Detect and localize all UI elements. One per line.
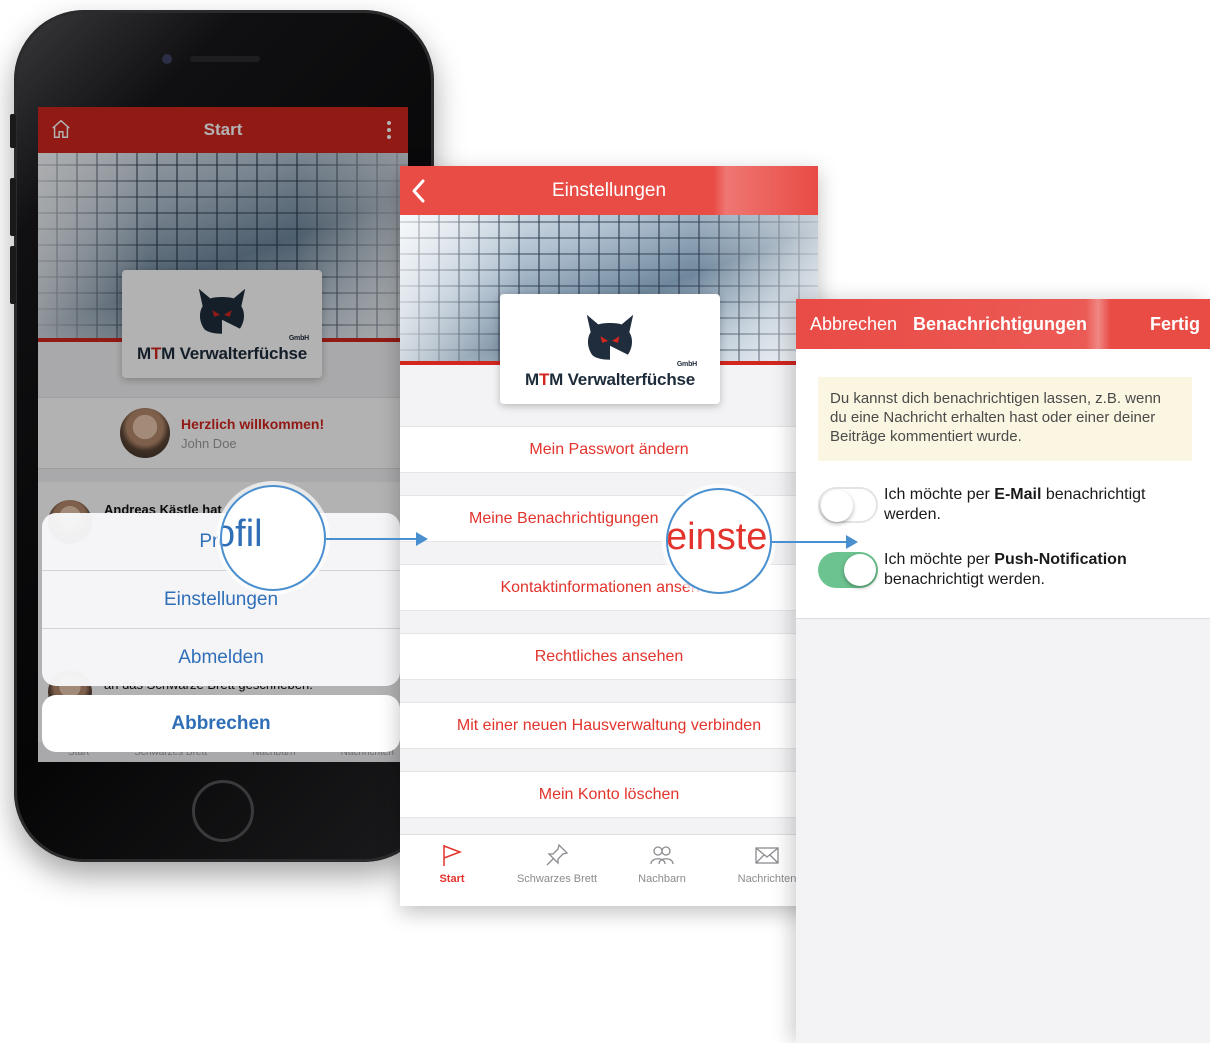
menu-connect-management[interactable]: Mit einer neuen Hausverwaltung verbinden [400,702,818,749]
action-settings[interactable]: Einstellungen [42,571,400,629]
menu-change-password[interactable]: Mein Passwort ändern [400,426,818,473]
arrow-line [326,538,416,540]
tab-label: Nachrichten [737,873,797,885]
tab-label: Start [439,873,465,885]
notifications-body: Du kannst dich benachrichtigen lassen, z… [796,349,1210,619]
done-button[interactable]: Fertig [1150,314,1200,335]
notifications-header: Abbrechen Benachrichtigungen Fertig [796,299,1210,349]
page-title: Benachrichtigungen [913,314,1088,334]
phone-screen: Start MTM Verwalterfüchse GmbH Herzlich … [38,107,408,762]
magnifier-profile: ofil [220,485,326,591]
phone-side-button [10,114,16,148]
page-title: Einstellungen [551,179,667,201]
menu-delete-account[interactable]: Mein Konto löschen [400,771,818,818]
tab-board[interactable]: Schwarzes Brett [507,843,607,885]
magnified-text: ofil [222,513,263,555]
tab-start[interactable]: Start [402,843,502,885]
people-icon [650,846,674,865]
envelope-icon [755,847,779,864]
tab-neighbors[interactable]: Nachbarn [612,843,712,885]
arrow-head-icon [846,535,858,549]
email-toggle-label: Ich möchte per E-Mail benachrichtigt wer… [884,486,1146,523]
notifications-screen: Abbrechen Benachrichtigungen Fertig Du k… [796,299,1210,1043]
fox-logo-icon [586,314,638,362]
info-box: Du kannst dich benachrichtigen lassen, z… [818,377,1192,461]
cancel-button[interactable]: Abbrechen [42,695,400,752]
email-toggle[interactable] [818,487,878,523]
arrow-head-icon [416,532,428,546]
push-toggle-row: Ich möchte per Push-Notification benachr… [818,551,1198,596]
logo-gmbh: GmbH [676,361,698,368]
magnifier-settings: einste [666,488,772,594]
pin-icon [546,843,569,866]
tab-label: Nachbarn [638,873,686,885]
push-toggle[interactable] [818,552,878,588]
menu-legal[interactable]: Rechtliches ansehen [400,633,818,680]
cancel-button[interactable]: Abbrechen [810,314,897,335]
push-toggle-label: Ich möchte per Push-Notification benachr… [884,551,1127,588]
logo-text-c: M Verwalterfüchse [549,370,696,389]
phone-volume-up [10,178,16,236]
phone-speaker [190,56,260,62]
phone-camera [162,54,172,64]
settings-header: Einstellungen [400,166,818,215]
home-button[interactable] [192,780,254,842]
tab-label: Schwarzes Brett [516,873,598,885]
logo-wordmark: MTM Verwalterfüchse GmbH [524,361,697,390]
company-logo: MTM Verwalterfüchse GmbH [500,294,720,404]
arrow-line [772,541,846,543]
logo-text-b: T [538,370,550,389]
tab-bar: Start Schwarzes Brett Nachbarn Nachricht… [400,834,818,906]
action-logout[interactable]: Abmelden [42,629,400,686]
back-icon[interactable] [410,178,426,204]
logo-text-a: M [524,370,539,389]
email-toggle-row: Ich möchte per E-Mail benachrichtigt wer… [818,486,1198,531]
phone-volume-down [10,246,16,304]
magnified-text: einste [666,516,768,558]
flag-icon [443,845,463,866]
